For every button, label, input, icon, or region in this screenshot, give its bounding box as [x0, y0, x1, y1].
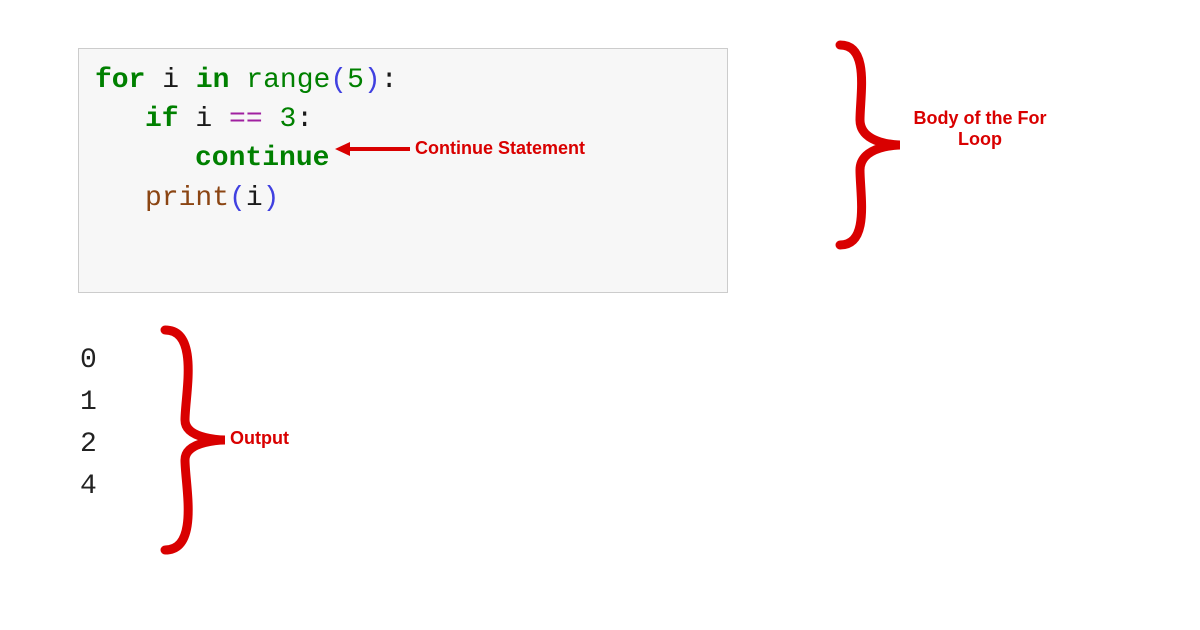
continue-label: Continue Statement [415, 138, 585, 159]
output-block: 0 1 2 4 [80, 340, 97, 508]
op-eq: == [229, 104, 263, 135]
keyword-continue: continue [195, 143, 329, 174]
code-block: for i in range(5): if i == 3: continue p… [78, 48, 728, 293]
brace-output-icon [165, 330, 225, 550]
keyword-in: in [196, 65, 230, 96]
output-row: 4 [80, 466, 97, 508]
var-i2: i [195, 104, 212, 135]
output-label: Output [230, 428, 289, 449]
code-line-2: if i == 3: [95, 100, 711, 139]
code-line-4: print(i) [95, 179, 711, 218]
keyword-for: for [95, 65, 145, 96]
func-range: range [246, 65, 330, 96]
arg-i: i [246, 183, 263, 214]
keyword-if: if [145, 104, 179, 135]
rparen: ) [364, 65, 381, 96]
code-line-3: continue [95, 139, 711, 178]
num-5: 5 [347, 65, 364, 96]
lparen: ( [330, 65, 347, 96]
colon: : [381, 65, 398, 96]
var-i: i [162, 65, 179, 96]
colon2: : [296, 104, 313, 135]
lparen2: ( [229, 183, 246, 214]
brace-right-icon [840, 45, 900, 245]
num-3: 3 [279, 104, 296, 135]
code-line-1: for i in range(5): [95, 61, 711, 100]
output-row: 0 [80, 340, 97, 382]
rparen2: ) [263, 183, 280, 214]
func-print: print [145, 183, 229, 214]
body-loop-label: Body of the For Loop [900, 108, 1060, 150]
output-row: 1 [80, 382, 97, 424]
output-row: 2 [80, 424, 97, 466]
